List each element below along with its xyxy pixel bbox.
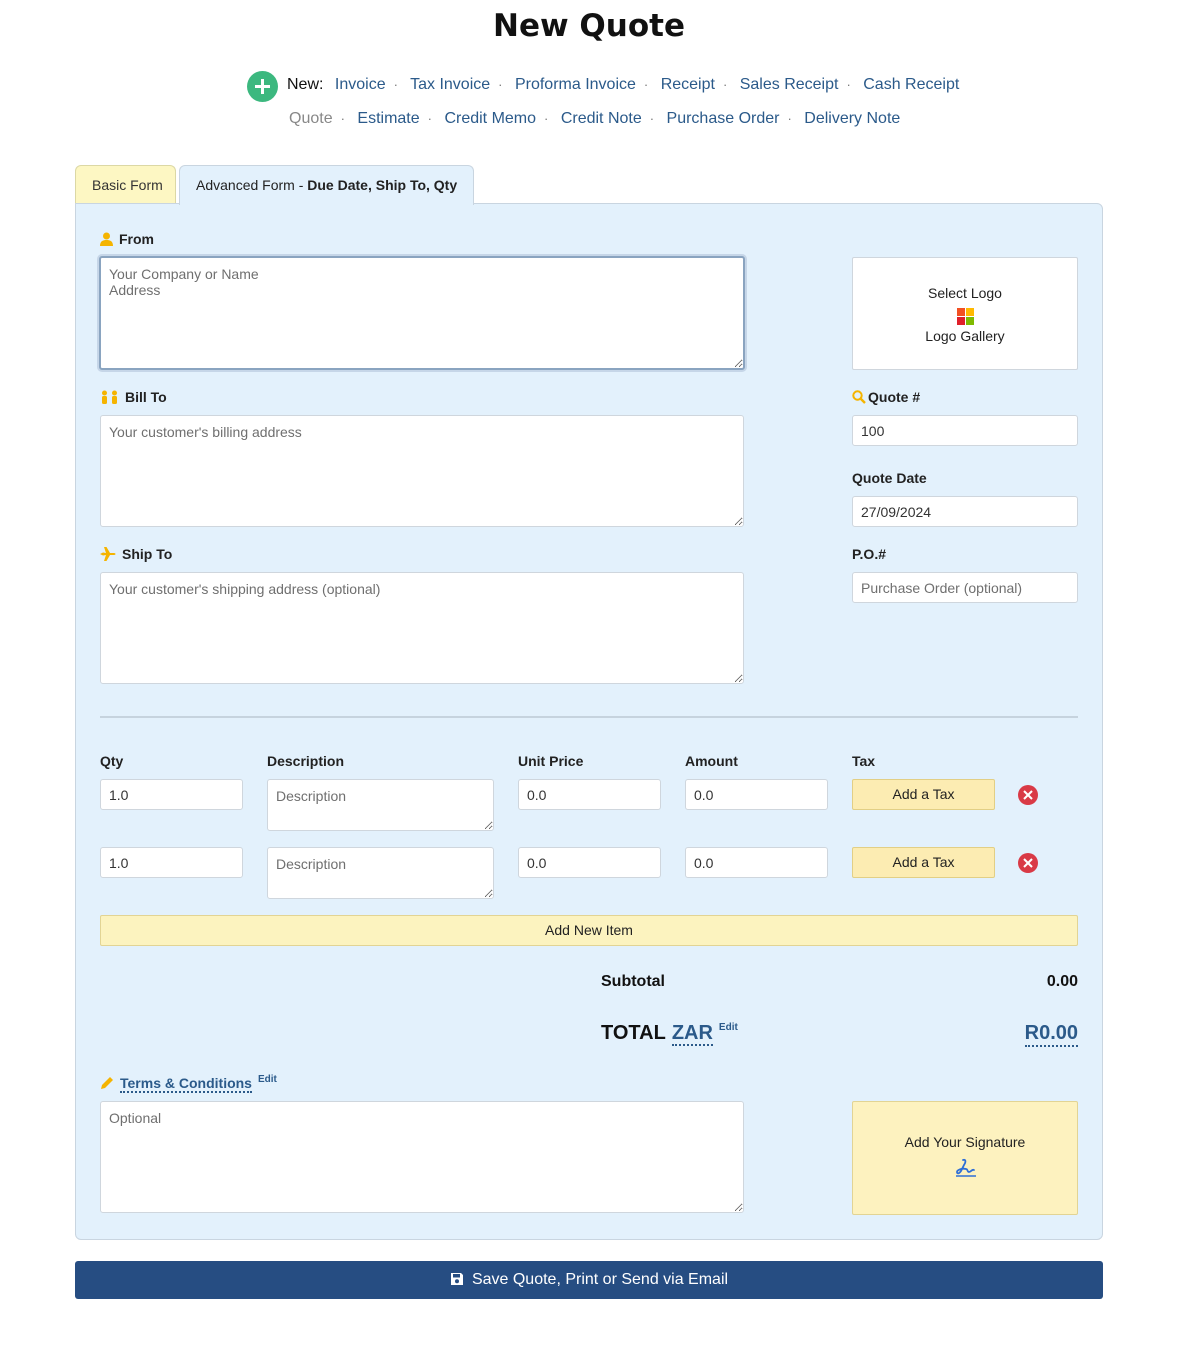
add-new-item-button[interactable]: Add New Item: [100, 915, 1078, 946]
item-1-amount-input[interactable]: [685, 779, 828, 810]
new-link-cash-receipt[interactable]: Cash Receipt: [863, 76, 959, 93]
col-header-description: Description: [267, 753, 345, 769]
item-1-description-textarea[interactable]: [267, 779, 494, 831]
item-2-qty-input[interactable]: [100, 847, 243, 878]
item-1-remove-button[interactable]: [1018, 785, 1038, 805]
quote-number-label: Quote #: [852, 389, 920, 405]
col-header-qty: Qty: [100, 753, 124, 769]
item-2-remove-button[interactable]: [1018, 853, 1038, 873]
total-value[interactable]: R0.00: [1024, 1022, 1078, 1047]
new-link-invoice[interactable]: Invoice: [335, 76, 386, 93]
bill-to-label: Bill To: [100, 389, 167, 405]
item-1-qty-input[interactable]: [100, 779, 243, 810]
new-menu-row-1: New: Invoice · Tax Invoice · Proforma Invo…: [287, 76, 960, 93]
tab-advanced-bold: Due Date, Ship To, Qty: [307, 177, 458, 193]
po-input[interactable]: [852, 572, 1078, 603]
terms-textarea[interactable]: [100, 1101, 744, 1213]
close-icon: [1023, 790, 1033, 800]
total-label: TOTAL: [601, 1022, 666, 1044]
subtotal-value: 0.00: [1046, 973, 1078, 990]
col-header-amount: Amount: [685, 753, 738, 769]
currency-selector[interactable]: ZAR: [671, 1022, 713, 1046]
signature-label: Add Your Signature: [904, 1134, 1026, 1150]
new-link-sales-receipt[interactable]: Sales Receipt: [740, 76, 839, 93]
ship-to-textarea[interactable]: [100, 572, 744, 684]
terms-label-group: Terms & Conditions Edit: [100, 1074, 277, 1093]
new-link-receipt[interactable]: Receipt: [661, 76, 715, 93]
terms-link[interactable]: Terms & Conditions: [120, 1075, 252, 1093]
subtotal-label: Subtotal: [601, 973, 665, 990]
new-link-proforma-invoice[interactable]: Proforma Invoice: [515, 76, 636, 93]
new-link-quote-current[interactable]: Quote: [289, 110, 333, 127]
new-link-purchase-order[interactable]: Purchase Order: [667, 110, 780, 127]
page-title: New Quote: [493, 8, 685, 44]
floppy-disk-icon: [450, 1273, 463, 1285]
save-quote-label: Save Quote, Print or Send via Email: [471, 1271, 729, 1288]
item-2-add-tax-button[interactable]: Add a Tax: [852, 847, 995, 878]
po-label: P.O.#: [852, 546, 886, 562]
quote-date-label: Quote Date: [852, 470, 927, 486]
tab-basic-label: Basic Form: [92, 177, 163, 193]
new-link-credit-note[interactable]: Credit Note: [561, 110, 642, 127]
item-2-description-textarea[interactable]: [267, 847, 494, 899]
terms-edit-link[interactable]: Edit: [258, 1074, 277, 1085]
currency-edit-link[interactable]: Edit: [719, 1022, 738, 1033]
people-icon: [102, 390, 117, 404]
item-1-add-tax-button[interactable]: Add a Tax: [852, 779, 995, 810]
save-quote-button[interactable]: Save Quote, Print or Send via Email: [75, 1261, 1103, 1299]
plus-icon: [255, 79, 270, 94]
item-2-unit-price-input[interactable]: [518, 847, 661, 878]
signature-box[interactable]: Add Your Signature: [852, 1101, 1078, 1215]
item-1-unit-price-input[interactable]: [518, 779, 661, 810]
new-document-button[interactable]: [247, 71, 278, 102]
quote-date-input[interactable]: [852, 496, 1078, 527]
tab-basic-form[interactable]: Basic Form: [75, 165, 176, 204]
search-icon: [852, 390, 866, 404]
new-menu-row-2: Quote · Estimate · Credit Memo · Credit Not…: [289, 110, 901, 127]
col-header-unit-price: Unit Price: [518, 753, 584, 769]
ship-to-label: Ship To: [100, 546, 172, 562]
logo-gallery-icon: [957, 308, 974, 325]
new-link-tax-invoice[interactable]: Tax Invoice: [410, 76, 490, 93]
person-icon: [100, 232, 113, 246]
signature-icon: [956, 1158, 976, 1177]
select-logo-label: Select Logo: [928, 285, 1002, 301]
logo-selector[interactable]: Select Logo Logo Gallery: [852, 257, 1078, 370]
logo-gallery-link[interactable]: Logo Gallery: [853, 328, 1077, 344]
close-icon: [1023, 858, 1033, 868]
quote-number-input[interactable]: [852, 415, 1078, 446]
new-link-estimate[interactable]: Estimate: [357, 110, 419, 127]
tab-advanced-prefix: Advanced Form -: [196, 177, 308, 193]
new-link-delivery-note[interactable]: Delivery Note: [804, 110, 900, 127]
new-menu-label: New:: [287, 76, 324, 93]
col-header-tax: Tax: [852, 753, 876, 769]
bill-to-textarea[interactable]: [100, 415, 744, 527]
from-label: From: [100, 231, 154, 247]
total-label-group: TOTAL ZAR Edit: [601, 1022, 738, 1046]
pencil-icon: [101, 1077, 113, 1089]
section-divider: [100, 716, 1078, 718]
new-link-credit-memo[interactable]: Credit Memo: [444, 110, 536, 127]
item-2-amount-input[interactable]: [685, 847, 828, 878]
tab-advanced-form[interactable]: Advanced Form - Due Date, Ship To, Qty: [179, 165, 474, 205]
from-textarea[interactable]: [99, 256, 745, 370]
airplane-icon: [100, 547, 116, 561]
